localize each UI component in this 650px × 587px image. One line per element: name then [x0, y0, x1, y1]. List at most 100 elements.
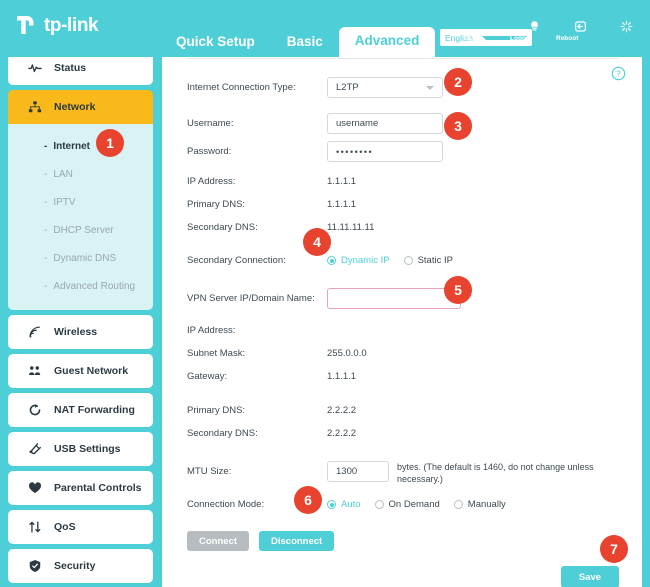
dash-marker: -	[44, 140, 48, 152]
radio-auto-label: Auto	[341, 499, 361, 510]
label-secondary-dns-2: Secondary DNS:	[187, 428, 258, 439]
sidebar-item-wireless[interactable]: Wireless	[8, 315, 153, 349]
password-input[interactable]: ••••••••	[327, 141, 443, 162]
callout-badge-2: 2	[444, 68, 472, 96]
sidebar-item-iptv[interactable]: - IPTV	[8, 188, 153, 216]
radio-manually-indicator	[453, 500, 463, 509]
shield-icon	[28, 559, 42, 573]
tab-basic[interactable]: Basic	[271, 28, 339, 58]
sidebar-item-parental-controls-label: Parental Controls	[54, 482, 142, 494]
network-icon	[28, 100, 42, 114]
top-tabs: Quick Setup Basic Advanced	[160, 24, 436, 58]
sidebar-item-nat-forwarding[interactable]: NAT Forwarding	[8, 393, 153, 427]
reboot-icon	[620, 20, 632, 33]
sidebar-item-lan[interactable]: - LAN	[8, 160, 153, 188]
mtu-size-hint: bytes. (The default is 1460, do not chan…	[397, 462, 594, 485]
row-save: Save	[187, 566, 619, 587]
label-subnet-mask: Subnet Mask:	[187, 348, 246, 359]
sidebar-item-internet[interactable]: - Internet	[8, 132, 153, 160]
tab-advanced[interactable]: Advanced	[338, 26, 436, 57]
sidebar-item-qos[interactable]: QoS	[8, 510, 153, 544]
connection-type-select[interactable]: L2TP	[327, 77, 443, 98]
callout-badge-4: 4	[303, 228, 331, 256]
logout-icon	[574, 21, 586, 32]
qos-arrows-icon	[28, 520, 42, 534]
value-gateway: 1.1.1.1	[327, 371, 357, 382]
label-password: Password:	[187, 146, 232, 157]
dash-marker: -	[44, 168, 48, 180]
sidebar-item-network[interactable]: Network	[8, 90, 153, 124]
row-ip-address-2: IP Address:	[187, 325, 627, 336]
row-username: Username: username	[187, 113, 627, 134]
dash-marker: -	[44, 224, 48, 236]
label-primary-dns: Primary DNS:	[187, 199, 246, 210]
radio-dynamic-ip-label: Dynamic IP	[341, 255, 390, 266]
sidebar-item-advanced-routing[interactable]: - Advanced Routing	[8, 272, 153, 300]
password-value: ••••••••	[336, 146, 374, 157]
mtu-size-input[interactable]: 1300	[327, 461, 389, 482]
sidebar-item-lan-label: LAN	[53, 168, 73, 180]
tplink-logo-text: tp-link	[44, 14, 99, 36]
sidebar-item-nat-forwarding-label: NAT Forwarding	[54, 404, 135, 416]
reboot-button[interactable]: Reboot	[556, 20, 642, 42]
sidebar-item-internet-label: Internet	[53, 140, 91, 152]
sidebar-item-security[interactable]: Security	[8, 549, 153, 583]
tplink-logo-icon	[14, 13, 39, 38]
sidebar-item-guest-network-label: Guest Network	[54, 365, 129, 377]
row-connection-type: Internet Connection Type: L2TP	[187, 77, 627, 98]
row-secondary-dns-2: Secondary DNS: 2.2.2.2	[187, 428, 627, 439]
sidebar-item-dynamic-dns[interactable]: - Dynamic DNS	[8, 244, 153, 272]
secondary-connection-radios: Dynamic IP Static IP	[327, 255, 453, 266]
radio-auto-indicator	[327, 500, 336, 509]
radio-on-demand[interactable]: On Demand	[374, 499, 440, 510]
label-ip-address-2: IP Address:	[187, 325, 236, 336]
usb-icon	[28, 442, 42, 456]
tplink-logo: tp-link	[14, 13, 99, 38]
nat-forwarding-icon	[28, 403, 42, 417]
disconnect-button[interactable]: Disconnect	[259, 531, 335, 551]
pulse-icon	[28, 61, 42, 75]
value-secondary-dns-2: 2.2.2.2	[327, 428, 357, 439]
value-ip-address: 1.1.1.1	[327, 176, 357, 187]
label-ip-address: IP Address:	[187, 176, 236, 187]
radio-static-ip-label: Static IP	[417, 255, 453, 266]
radio-dynamic-ip[interactable]: Dynamic IP	[327, 255, 390, 266]
sidebar: Status Network - Internet - LAN - IPTV -…	[8, 51, 153, 587]
content-panel: IPv4 ? Internet Connection Type: L2TP Us…	[162, 36, 642, 587]
mtu-size-value: 1300	[336, 466, 358, 477]
sidebar-item-security-label: Security	[54, 560, 96, 572]
label-connection-type: Internet Connection Type:	[187, 82, 296, 93]
heart-icon	[28, 481, 42, 495]
sidebar-item-dynamic-dns-label: Dynamic DNS	[53, 252, 117, 264]
callout-badge-6: 6	[294, 486, 322, 514]
tab-quick-setup[interactable]: Quick Setup	[160, 28, 271, 58]
sidebar-item-usb-settings[interactable]: USB Settings	[8, 432, 153, 466]
section-divider	[187, 58, 619, 59]
username-input[interactable]: username	[327, 113, 443, 134]
sidebar-item-dhcp-server[interactable]: - DHCP Server	[8, 216, 153, 244]
vpn-server-input[interactable]	[327, 288, 461, 309]
sidebar-item-parental-controls[interactable]: Parental Controls	[8, 471, 153, 505]
header-actions: LED Logout Reboot	[464, 20, 642, 42]
row-ip-address: IP Address: 1.1.1.1	[187, 176, 627, 187]
callout-badge-1: 1	[96, 129, 124, 157]
label-primary-dns-2: Primary DNS:	[187, 405, 246, 416]
sidebar-item-qos-label: QoS	[54, 521, 76, 533]
led-icon	[530, 21, 538, 31]
radio-dynamic-ip-indicator	[327, 256, 336, 265]
radio-manually[interactable]: Manually	[453, 499, 506, 510]
row-vpn-server: VPN Server IP/Domain Name:	[187, 288, 627, 309]
sidebar-item-guest-network[interactable]: Guest Network	[8, 354, 153, 388]
radio-auto[interactable]: Auto	[327, 499, 361, 510]
sidebar-item-iptv-label: IPTV	[53, 196, 76, 208]
radio-on-demand-indicator	[374, 500, 384, 509]
row-connection-mode: Connection Mode: Auto On Demand Manually	[187, 499, 627, 510]
label-secondary-connection: Secondary Connection:	[187, 255, 286, 266]
radio-static-ip[interactable]: Static IP	[403, 255, 453, 266]
guest-network-icon	[28, 364, 42, 378]
row-secondary-connection: Secondary Connection: Dynamic IP Static …	[187, 255, 627, 266]
username-value: username	[336, 118, 379, 129]
row-primary-dns: Primary DNS: 1.1.1.1	[187, 199, 627, 210]
connect-button[interactable]: Connect	[187, 531, 249, 551]
save-button[interactable]: Save	[561, 566, 619, 587]
